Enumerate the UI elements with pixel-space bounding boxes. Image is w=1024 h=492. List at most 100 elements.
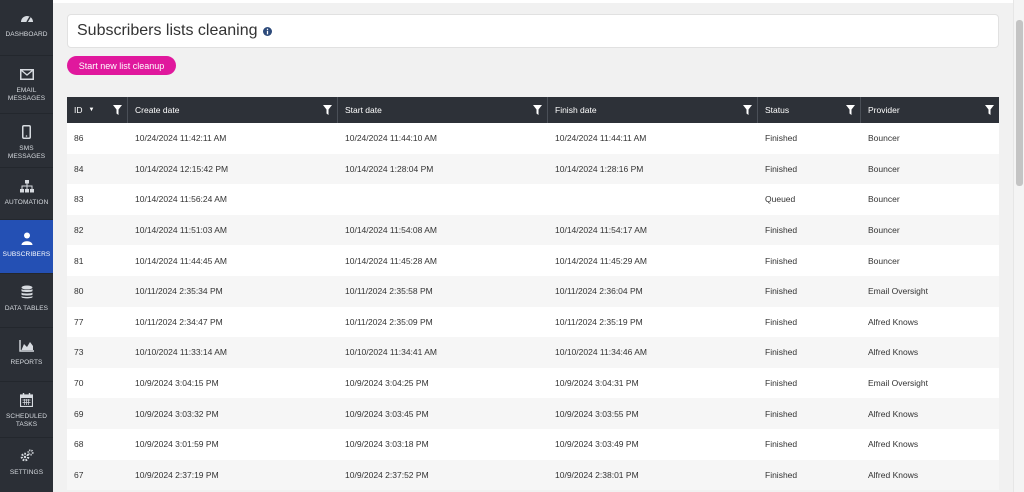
cell-id: 69 (74, 408, 84, 419)
envelope-icon (19, 66, 34, 82)
table-row[interactable]: 84 10/14/2024 12:15:42 PM 10/14/2024 1:28:… (67, 153, 999, 185)
calendar-icon (20, 392, 33, 408)
cell-provider: Bouncer (868, 225, 900, 236)
cell-finish-date: 10/9/2024 3:03:55 PM (555, 408, 639, 419)
table-row[interactable]: 82 10/14/2024 11:51:03 AM 10/14/2024 11:54… (67, 214, 999, 246)
column-header-create-date[interactable]: Create date (128, 97, 338, 123)
column-label: Finish date (555, 105, 597, 115)
page-scrollbar[interactable] (1013, 0, 1024, 492)
sidebar-item-automation[interactable]: AUTOMATION (0, 168, 53, 220)
info-icon[interactable] (262, 26, 272, 36)
sidebar-item-data-tables[interactable]: DATA TABLES (0, 274, 53, 328)
cell-create-date: 10/9/2024 3:04:15 PM (135, 378, 219, 389)
database-icon (21, 284, 33, 300)
cell-create-date: 10/11/2024 2:34:47 PM (135, 316, 223, 327)
cell-id: 84 (74, 163, 84, 174)
cell-create-date: 10/14/2024 11:51:03 AM (135, 225, 228, 236)
filter-icon[interactable] (743, 105, 752, 117)
cell-create-date: 10/14/2024 12:15:42 PM (135, 163, 229, 174)
filter-icon[interactable] (846, 105, 855, 117)
cell-id: 81 (74, 255, 84, 266)
top-strip (53, 0, 1013, 3)
cell-id: 73 (74, 347, 84, 358)
cell-provider: Bouncer (868, 255, 900, 266)
table-row[interactable]: 69 10/9/2024 3:03:32 PM 10/9/2024 3:03:45 … (67, 398, 999, 429)
sidebar-item-label: AUTOMATION (4, 199, 49, 206)
sidebar-item-scheduled-tasks[interactable]: SCHEDULED TASKS (0, 382, 53, 438)
cell-provider: Email Oversight (868, 378, 928, 389)
sidebar-item-settings[interactable]: SETTINGS (0, 438, 53, 492)
sidebar-item-label: EMAIL MESSAGES (7, 87, 46, 102)
sidebar-item-label: SUBSCRIBERS (2, 251, 51, 258)
cell-finish-date: 10/10/2024 11:34:46 AM (555, 347, 648, 358)
column-header-start-date[interactable]: Start date (338, 97, 548, 123)
cell-start-date: 10/11/2024 2:35:09 PM (345, 316, 433, 327)
column-header-status[interactable]: Status (758, 97, 861, 123)
table-row[interactable]: 73 10/10/2024 11:33:14 AM 10/10/2024 11:34… (67, 337, 999, 368)
cell-id: 77 (74, 316, 84, 327)
sidebar-item-sms-messages[interactable]: SMS MESSAGES (0, 114, 53, 168)
scrollbar-thumb[interactable] (1016, 20, 1023, 186)
cell-start-date: 10/9/2024 3:03:18 PM (345, 439, 429, 450)
sitemap-icon (19, 178, 34, 194)
column-header-id[interactable]: ID ▼ (67, 97, 128, 123)
cell-create-date: 10/14/2024 11:56:24 AM (135, 194, 228, 205)
cell-create-date: 10/14/2024 11:44:45 AM (135, 255, 228, 266)
cell-create-date: 10/9/2024 3:01:59 PM (135, 439, 219, 450)
cell-id: 67 (74, 469, 84, 480)
filter-icon[interactable] (985, 105, 994, 117)
table-row[interactable]: 67 10/9/2024 2:37:19 PM 10/9/2024 2:37:52 … (67, 459, 999, 491)
sort-desc-icon[interactable]: ▼ (89, 107, 95, 113)
column-header-provider[interactable]: Provider (861, 97, 999, 123)
table-row[interactable]: 86 10/24/2024 11:42:11 AM 10/24/2024 11:44… (67, 123, 999, 154)
cell-start-date: 10/14/2024 11:45:28 AM (345, 255, 438, 266)
column-label: Create date (135, 105, 180, 115)
gears-icon (20, 448, 34, 464)
start-new-list-cleanup-button[interactable]: Start new list cleanup (67, 56, 176, 75)
sidebar-item-subscribers[interactable]: SUBSCRIBERS (0, 220, 53, 274)
cell-status: Queued (765, 194, 796, 205)
sidebar-item-reports[interactable]: REPORTS (0, 328, 53, 382)
cell-id: 83 (74, 194, 84, 205)
cell-start-date: 10/14/2024 1:28:04 PM (345, 163, 434, 174)
sidebar-item-label: REPORTS (10, 359, 43, 366)
table-row[interactable]: 80 10/11/2024 2:35:34 PM 10/11/2024 2:35:5… (67, 275, 999, 307)
cell-status: Finished (765, 255, 798, 266)
table-row[interactable]: 68 10/9/2024 3:01:59 PM 10/9/2024 3:03:18 … (67, 428, 999, 460)
table-row[interactable]: 81 10/14/2024 11:44:45 AM 10/14/2024 11:45… (67, 245, 999, 276)
cell-finish-date: 10/24/2024 11:44:11 AM (555, 133, 647, 144)
table-row[interactable]: 70 10/9/2024 3:04:15 PM 10/9/2024 3:04:25 … (67, 367, 999, 399)
cell-id: 70 (74, 378, 84, 389)
column-header-finish-date[interactable]: Finish date (548, 97, 758, 123)
cell-start-date: 10/11/2024 2:35:58 PM (345, 286, 433, 297)
table-row[interactable]: 83 10/14/2024 11:56:24 AM Queued Bouncer (67, 184, 999, 215)
table-row[interactable]: 77 10/11/2024 2:34:47 PM 10/11/2024 2:35:0… (67, 306, 999, 338)
cell-id: 68 (74, 439, 84, 450)
cell-status: Finished (765, 408, 798, 419)
cell-provider: Alfred Knows (868, 469, 919, 480)
cell-start-date: 10/14/2024 11:54:08 AM (345, 225, 438, 236)
cell-provider: Alfred Knows (868, 316, 919, 327)
cell-start-date: 10/9/2024 3:03:45 PM (345, 408, 429, 419)
filter-icon[interactable] (533, 105, 542, 117)
cleaning-table: ID ▼ Create date Start date Finish date … (67, 97, 999, 491)
mobile-icon (22, 124, 31, 140)
filter-icon[interactable] (323, 105, 332, 117)
cell-status: Finished (765, 286, 798, 297)
sidebar-item-label: SMS MESSAGES (7, 145, 46, 160)
cell-status: Finished (765, 163, 798, 174)
filter-icon[interactable] (113, 105, 122, 117)
area-chart-icon (19, 338, 34, 354)
cell-provider: Bouncer (868, 133, 900, 144)
cell-create-date: 10/9/2024 3:03:32 PM (135, 408, 219, 419)
sidebar-item-label: SCHEDULED TASKS (6, 413, 47, 428)
sidebar-item-email-messages[interactable]: EMAIL MESSAGES (0, 56, 53, 114)
cell-provider: Bouncer (868, 194, 900, 205)
column-label: ID (74, 105, 83, 115)
sidebar-item-label: SETTINGS (9, 469, 44, 476)
cell-status: Finished (765, 133, 798, 144)
cell-status: Finished (765, 225, 798, 236)
cell-create-date: 10/11/2024 2:35:34 PM (135, 286, 223, 297)
sidebar-item-dashboard[interactable]: DASHBOARD (0, 0, 53, 56)
cell-status: Finished (765, 439, 798, 450)
